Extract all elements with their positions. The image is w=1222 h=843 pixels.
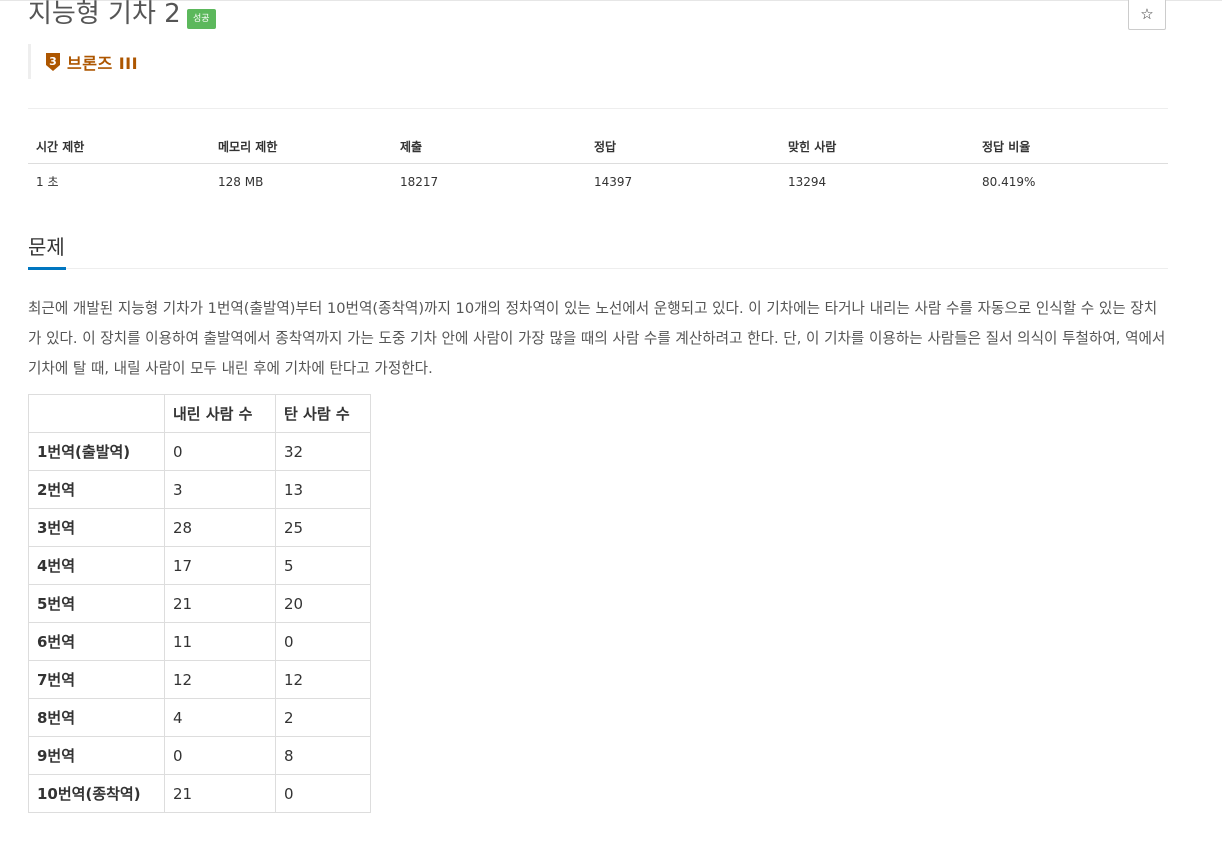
- table-row: 8번역 4 2: [28, 698, 371, 737]
- stat-submissions: 18217: [400, 174, 439, 189]
- getting-off-count: 12: [164, 660, 276, 699]
- station-name: 2번역: [28, 470, 165, 509]
- title-row: 지능형 기차 2 성공 ☆: [28, 0, 1168, 34]
- stat-header: 정답: [586, 130, 780, 164]
- table-row: 6번역 11 0: [28, 622, 371, 661]
- table-header-cell: [28, 394, 165, 433]
- getting-on-count: 32: [275, 432, 371, 471]
- star-icon: ☆: [1140, 5, 1154, 23]
- problem-title: 지능형 기차 2: [28, 0, 181, 29]
- getting-off-count: 21: [164, 584, 276, 623]
- section-underline: [28, 267, 66, 270]
- station-table: 내린 사람 수 탄 사람 수 1번역(출발역) 0 32 2번역 3 13 3번…: [28, 394, 371, 813]
- getting-off-count: 11: [164, 622, 276, 661]
- tier-block: 3 브론즈 III: [28, 44, 138, 79]
- table-header-cell: 내린 사람 수: [164, 394, 276, 433]
- getting-off-count: 4: [164, 698, 276, 737]
- stats-value-row: 1 초 128 MB 18217 14397 13294 80.419%: [28, 164, 1168, 200]
- getting-off-count: 28: [164, 508, 276, 547]
- table-row: 9번역 0 8: [28, 736, 371, 775]
- stat-header: 정답 비율: [974, 130, 1168, 164]
- tier-label[interactable]: 브론즈 III: [67, 50, 138, 74]
- stat-accepted: 14397: [594, 174, 633, 189]
- stats-header-row: 시간 제한 메모리 제한 제출 정답 맞힌 사람 정답 비율: [28, 130, 1168, 164]
- getting-off-count: 0: [164, 736, 276, 775]
- station-name: 6번역: [28, 622, 165, 661]
- getting-off-count: 3: [164, 470, 276, 509]
- getting-on-count: 8: [275, 736, 371, 775]
- station-name: 1번역(출발역): [28, 432, 165, 471]
- getting-on-count: 5: [275, 546, 371, 585]
- stat-solvers: 13294: [788, 174, 827, 189]
- getting-on-count: 2: [275, 698, 371, 737]
- getting-on-count: 13: [275, 470, 371, 509]
- getting-on-count: 0: [275, 774, 371, 813]
- station-name: 4번역: [28, 546, 165, 585]
- stat-header: 메모리 제한: [210, 130, 392, 164]
- problem-section-header: 문제: [28, 230, 1168, 270]
- table-row: 2번역 3 13: [28, 470, 371, 509]
- stat-memory-limit: 128 MB: [218, 174, 264, 189]
- status-badge: 성공: [187, 9, 216, 29]
- stat-header: 맞힌 사람: [780, 130, 974, 164]
- getting-off-count: 0: [164, 432, 276, 471]
- table-row: 7번역 12 12: [28, 660, 371, 699]
- problem-stats: 시간 제한 메모리 제한 제출 정답 맞힌 사람 정답 비율 1 초 128 M…: [28, 130, 1168, 199]
- station-name: 3번역: [28, 508, 165, 547]
- station-name: 10번역(종착역): [28, 774, 165, 813]
- station-name: 7번역: [28, 660, 165, 699]
- getting-on-count: 20: [275, 584, 371, 623]
- stat-header: 제출: [392, 130, 586, 164]
- stat-header: 시간 제한: [28, 130, 210, 164]
- bronze-tier-icon: 3: [45, 52, 61, 72]
- getting-on-count: 0: [275, 622, 371, 661]
- table-header-row: 내린 사람 수 탄 사람 수: [28, 394, 371, 433]
- divider: [28, 108, 1168, 109]
- section-title: 문제: [28, 235, 65, 259]
- table-row: 10번역(종착역) 21 0: [28, 774, 371, 813]
- favorite-star-button[interactable]: ☆: [1128, 0, 1166, 30]
- stat-ratio: 80.419%: [982, 174, 1036, 189]
- getting-on-count: 25: [275, 508, 371, 547]
- station-name: 8번역: [28, 698, 165, 737]
- getting-off-count: 17: [164, 546, 276, 585]
- station-name: 9번역: [28, 736, 165, 775]
- section-rule: [28, 268, 1168, 269]
- table-row: 3번역 28 25: [28, 508, 371, 547]
- table-row: 5번역 21 20: [28, 584, 371, 623]
- table-header-cell: 탄 사람 수: [275, 394, 371, 433]
- table-row: 1번역(출발역) 0 32: [28, 432, 371, 471]
- problem-description: 최근에 개발된 지능형 기차가 1번역(출발역)부터 10번역(종착역)까지 1…: [28, 300, 1166, 377]
- stat-time-limit: 1 초: [36, 175, 59, 189]
- station-name: 5번역: [28, 584, 165, 623]
- getting-on-count: 12: [275, 660, 371, 699]
- table-row: 4번역 17 5: [28, 546, 371, 585]
- tier-number: 3: [49, 55, 57, 68]
- getting-off-count: 21: [164, 774, 276, 813]
